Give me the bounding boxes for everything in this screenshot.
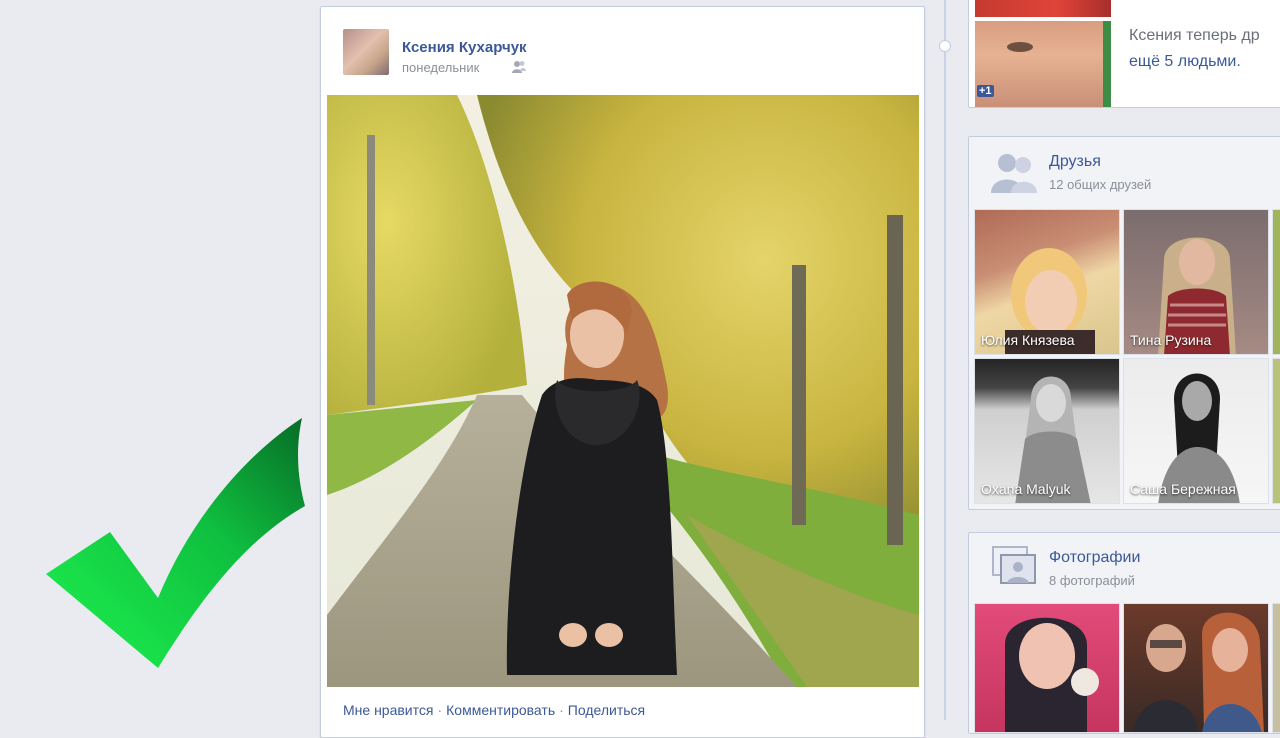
timeline-spine xyxy=(944,0,946,720)
friend-name[interactable]: Юлия Князева xyxy=(981,332,1075,348)
activity-thumbnail[interactable] xyxy=(975,21,1111,107)
plus-one-badge: +1 xyxy=(977,85,994,97)
activity-text: Ксения теперь др xyxy=(1129,27,1260,44)
author-name-link[interactable]: Ксения Кухарчук xyxy=(402,39,527,56)
activity-card: +1 Ксения теперь др ещё 5 людьми. xyxy=(968,0,1280,108)
friends-icon xyxy=(991,154,1037,193)
post-card: Ксения Кухарчук понедельник Мне нравится… xyxy=(320,6,925,738)
activity-thumbnail-top[interactable] xyxy=(975,0,1111,17)
activity-more-link[interactable]: ещё 5 людьми. xyxy=(1129,53,1241,71)
thumbnail-detail xyxy=(1007,42,1033,52)
checkmark-icon xyxy=(46,418,305,668)
like-link[interactable]: Мне нравится xyxy=(343,702,433,718)
photos-icon xyxy=(992,546,1036,584)
friends-subtitle: 12 общих друзей xyxy=(1049,177,1152,192)
photo-image xyxy=(1005,617,1099,732)
friend-tile[interactable] xyxy=(1272,358,1280,504)
thumbnail-stripe xyxy=(1103,21,1111,107)
friend-name[interactable]: Oxana Malyuk xyxy=(981,481,1070,497)
friend-tile[interactable] xyxy=(1272,209,1280,355)
separator: · xyxy=(559,702,564,718)
friend-name[interactable]: Саша Бережная xyxy=(1130,481,1236,497)
separator: · xyxy=(437,702,443,718)
author-avatar[interactable] xyxy=(343,29,389,75)
friends-card: Друзья 12 общих друзей Юлия Князева Тина… xyxy=(968,136,1280,510)
friend-tile[interactable]: Юлия Князева xyxy=(974,209,1120,355)
photos-card: Фотографии 8 фотографий xyxy=(968,532,1280,734)
friend-tile[interactable]: Саша Бережная xyxy=(1123,358,1269,504)
friends-privacy-icon[interactable] xyxy=(511,60,527,74)
friend-name[interactable]: Тина Рузина xyxy=(1130,332,1211,348)
post-actions: Мне нравится · Комментировать · Поделиться xyxy=(343,702,645,718)
friends-title[interactable]: Друзья xyxy=(1049,153,1101,171)
share-link[interactable]: Поделиться xyxy=(568,702,645,718)
photo-thumbnail[interactable] xyxy=(1272,603,1280,733)
photo-image xyxy=(1134,612,1264,732)
photo-thumbnail[interactable] xyxy=(1123,603,1269,733)
friend-tile[interactable]: Тина Рузина xyxy=(1123,209,1269,355)
photos-title[interactable]: Фотографии xyxy=(1049,549,1140,567)
friend-tile[interactable]: Oxana Malyuk xyxy=(974,358,1120,504)
photos-subtitle: 8 фотографий xyxy=(1049,573,1135,588)
photo-thumbnail[interactable] xyxy=(974,603,1120,733)
post-time[interactable]: понедельник xyxy=(402,60,479,75)
timeline-dot xyxy=(939,40,951,52)
comment-link[interactable]: Комментировать xyxy=(446,702,555,718)
post-photo[interactable] xyxy=(327,95,919,687)
